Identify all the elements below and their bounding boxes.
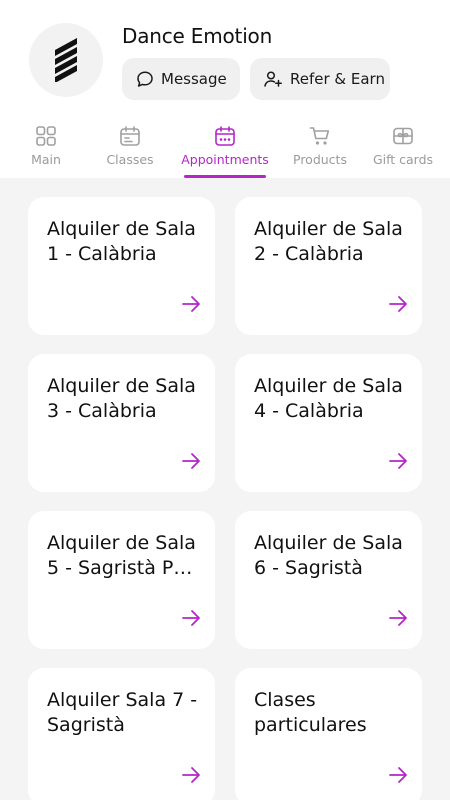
chat-bubble-icon: [137, 71, 153, 87]
user-plus-icon: [264, 71, 282, 87]
arrow-right-icon: [182, 453, 200, 469]
appointment-card[interactable]: Alquiler de Sala 6 - Sagristà: [235, 511, 422, 649]
arrow-right-icon: [182, 296, 200, 312]
tab-appointments[interactable]: Appointments: [181, 118, 269, 178]
tab-bar: Main Classes Appointments Products Gift …: [0, 118, 450, 178]
studio-header: Dance Emotion Message Refer & Earn Main …: [0, 0, 450, 178]
appointment-card-title: Alquiler de Sala 6 - Sagristà: [254, 532, 403, 579]
appointment-card[interactable]: Alquiler de Sala 1 - Calàbria: [28, 197, 215, 335]
studio-logo: [29, 23, 103, 97]
arrow-right-icon: [389, 453, 407, 469]
tab-products[interactable]: Products: [290, 118, 350, 178]
tab-main[interactable]: Main: [18, 118, 74, 178]
arrow-right-icon: [389, 767, 407, 783]
appointment-card-title: Alquiler de Sala 5 - Sagristà PR…: [47, 532, 202, 579]
refer-earn-button[interactable]: Refer & Earn: [250, 58, 390, 100]
tab-gift-cards[interactable]: Gift cards: [372, 118, 434, 178]
appointment-card[interactable]: Alquiler de Sala 4 - Calàbria: [235, 354, 422, 492]
appointment-card-title: Alquiler de Sala 3 - Calàbria: [47, 375, 196, 422]
message-button[interactable]: Message: [122, 58, 240, 100]
calendar-dots-icon: [215, 126, 235, 146]
arrow-right-icon: [389, 610, 407, 626]
grid-icon: [36, 126, 56, 146]
arrow-right-icon: [182, 767, 200, 783]
appointment-card[interactable]: Clases particulares: [235, 668, 422, 800]
studio-name: Dance Emotion: [122, 24, 273, 48]
message-button-label: Message: [161, 70, 227, 88]
arrow-right-icon: [182, 610, 200, 626]
gift-icon: [393, 127, 413, 145]
tab-appointments-label: Appointments: [181, 152, 269, 167]
tab-classes-label: Classes: [106, 152, 154, 167]
appointment-card[interactable]: Alquiler de Sala 3 - Calàbria: [28, 354, 215, 492]
appointments-grid: Alquiler de Sala 1 - Calàbria Alquiler d…: [0, 178, 450, 800]
appointment-card-title: Alquiler de Sala 4 - Calàbria: [254, 375, 403, 422]
appointment-card-title: Alquiler de Sala 1 - Calàbria: [47, 218, 196, 265]
appointment-card[interactable]: Alquiler Sala 7 - Sagristà: [28, 668, 215, 800]
tab-main-label: Main: [31, 152, 61, 167]
refer-earn-button-label: Refer & Earn: [290, 70, 385, 88]
logo-stripes-icon: [55, 38, 77, 82]
appointment-card-title: Clases particulares: [254, 689, 367, 736]
cart-icon: [309, 127, 330, 145]
arrow-right-icon: [389, 296, 407, 312]
appointment-card-title: Alquiler Sala 7 - Sagristà: [47, 689, 198, 736]
appointment-card[interactable]: Alquiler de Sala 2 - Calàbria: [235, 197, 422, 335]
appointment-card-title: Alquiler de Sala 2 - Calàbria: [254, 218, 403, 265]
tab-classes[interactable]: Classes: [100, 118, 160, 178]
appointment-card[interactable]: Alquiler de Sala 5 - Sagristà PR…: [28, 511, 215, 649]
tab-gift-cards-label: Gift cards: [372, 152, 434, 167]
calendar-icon: [120, 126, 140, 146]
tab-products-label: Products: [293, 152, 347, 167]
